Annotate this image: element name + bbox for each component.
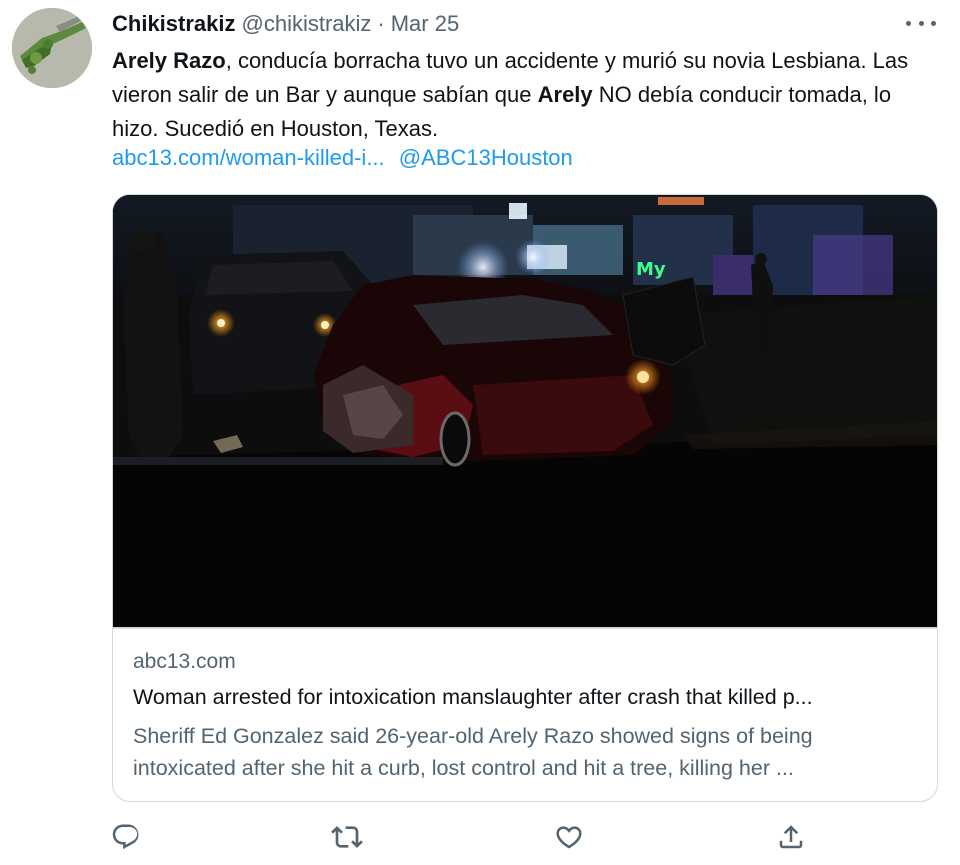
reply-button[interactable] bbox=[108, 820, 142, 854]
retweet-button[interactable] bbox=[330, 820, 364, 854]
link-preview-card[interactable]: My abc13.com Woman arrested for intoxica… bbox=[112, 194, 938, 802]
crash-photo: My bbox=[113, 195, 937, 627]
avatar-image bbox=[12, 8, 92, 88]
more-dot bbox=[906, 20, 911, 26]
card-description: Sheriff Ed Gonzalez said 26-year-old Are… bbox=[133, 724, 813, 780]
share-icon bbox=[779, 825, 803, 849]
retweet-icon bbox=[331, 826, 363, 848]
like-icon bbox=[556, 826, 582, 849]
tweet-date[interactable]: Mar 25 bbox=[391, 11, 459, 37]
author-name[interactable]: Chikistrakiz bbox=[112, 11, 236, 37]
more-options-icon[interactable] bbox=[906, 10, 936, 36]
tweet-text-bold: Arely bbox=[537, 82, 593, 107]
tweet-links: abc13.com/woman-killed-i... @ABC13Housto… bbox=[112, 143, 573, 173]
card-image[interactable]: My bbox=[113, 195, 937, 627]
reply-icon bbox=[112, 824, 139, 850]
avatar[interactable] bbox=[12, 8, 92, 88]
tweet-text-bold: Arely Razo bbox=[112, 48, 226, 73]
more-dot bbox=[931, 20, 936, 26]
card-domain: abc13.com bbox=[133, 650, 236, 673]
tweet-text: Arely Razo, conducía borracha tuvo un ac… bbox=[112, 44, 932, 146]
tweet-header: Chikistrakiz @chikistrakiz · Mar 25 bbox=[112, 8, 459, 40]
card-title: Woman arrested for intoxication manslaug… bbox=[133, 685, 813, 709]
like-button[interactable] bbox=[552, 820, 586, 854]
more-dot bbox=[918, 20, 924, 26]
author-handle[interactable]: @chikistrakiz bbox=[242, 11, 372, 37]
separator-dot: · bbox=[377, 11, 385, 36]
article-link[interactable]: abc13.com/woman-killed-i... bbox=[112, 145, 385, 170]
tweet[interactable]: Chikistrakiz @chikistrakiz · Mar 25 Arel… bbox=[0, 0, 960, 865]
svg-text:My: My bbox=[636, 259, 666, 280]
share-button[interactable] bbox=[774, 820, 808, 854]
mention-link[interactable]: @ABC13Houston bbox=[399, 145, 573, 170]
card-divider bbox=[113, 627, 937, 629]
tweet-actions bbox=[108, 820, 812, 860]
